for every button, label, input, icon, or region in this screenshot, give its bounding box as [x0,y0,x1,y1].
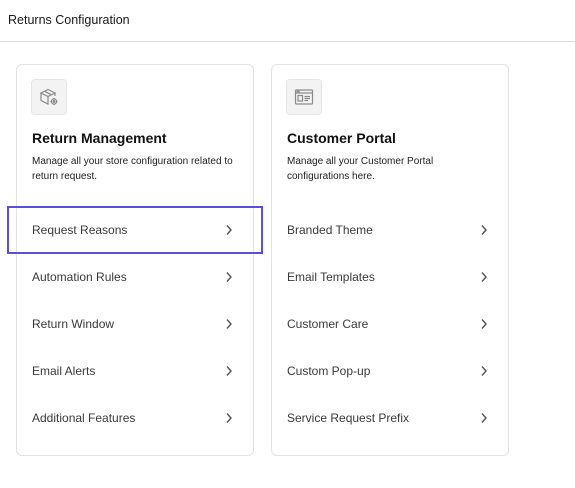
list-item-additional-features[interactable]: Additional Features [17,394,253,441]
card-description: Manage all your store configuration rela… [32,156,233,182]
chevron-right-icon [223,224,235,236]
list-item-label: Return Window [32,316,115,331]
chevron-right-icon [478,412,490,424]
chevron-right-icon [223,365,235,377]
list-item-custom-popup[interactable]: Custom Pop-up [272,347,508,394]
card-description: Manage all your Customer Portal configur… [287,156,434,182]
list-item-request-reasons[interactable]: Request Reasons [7,206,263,254]
list-item-label: Email Templates [287,270,375,285]
settings-list: Request Reasons Automation Rules Return … [7,206,263,441]
chevron-right-icon [478,271,490,283]
list-item-automation-rules[interactable]: Automation Rules [17,254,253,301]
list-item-label: Branded Theme [287,223,373,238]
settings-list: Branded Theme Email Templates Customer C… [272,207,508,441]
list-item-label: Customer Care [287,316,369,331]
list-item-service-request-prefix[interactable]: Service Request Prefix [272,394,508,441]
chevron-right-icon [223,412,235,424]
chevron-right-icon [478,318,490,330]
list-item-label: Automation Rules [32,270,127,285]
list-item-label: Email Alerts [32,363,96,378]
box-gear-icon [31,79,67,115]
list-item-return-window[interactable]: Return Window [17,301,253,348]
list-item-customer-care[interactable]: Customer Care [272,301,508,348]
card-title: Customer Portal [287,130,396,146]
card-title: Return Management [32,130,167,146]
list-item-email-templates[interactable]: Email Templates [272,254,508,301]
return-management-card: Return Management Manage all your store … [7,64,263,456]
portal-window-icon [286,79,322,115]
chevron-right-icon [478,224,490,236]
page-title: Returns Configuration [8,13,130,27]
list-item-email-alerts[interactable]: Email Alerts [17,347,253,394]
chevron-right-icon [223,271,235,283]
list-item-label: Custom Pop-up [287,363,371,378]
list-item-label: Service Request Prefix [287,410,410,425]
chevron-right-icon [478,365,490,377]
list-item-branded-theme[interactable]: Branded Theme [272,207,508,254]
top-bar: Returns Configuration [0,0,575,42]
chevron-right-icon [223,318,235,330]
list-item-label: Additional Features [32,410,136,425]
customer-portal-card: Customer Portal Manage all your Customer… [271,64,509,456]
list-item-label: Request Reasons [32,223,128,237]
